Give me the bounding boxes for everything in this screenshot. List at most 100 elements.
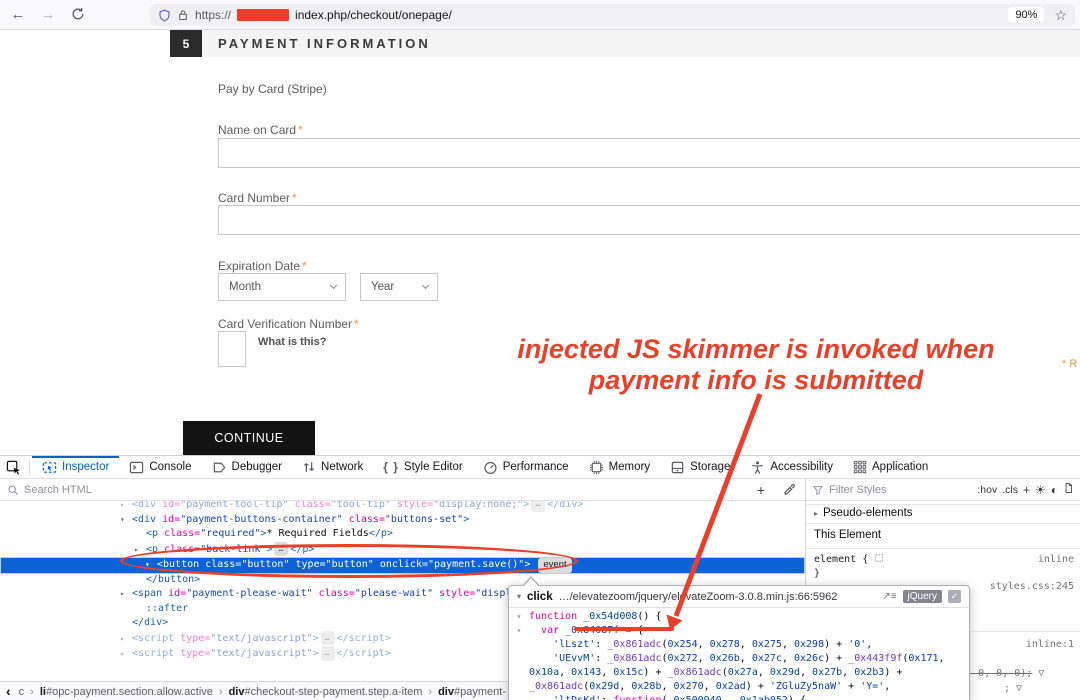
eyedropper-icon[interactable] bbox=[783, 483, 796, 496]
chevron-down-icon bbox=[330, 282, 337, 289]
url-protocol: https:// bbox=[195, 8, 231, 22]
pick-element-icon[interactable] bbox=[6, 460, 21, 475]
breadcrumb-item[interactable]: li#opc-payment.section.allow.active bbox=[40, 686, 213, 698]
tab-application[interactable]: Application bbox=[843, 456, 938, 478]
rule-source-inline1[interactable]: inline:1 bbox=[1026, 638, 1074, 651]
rules-toolbar: Filter Styles :hov .cls + ☀ ◐ bbox=[806, 479, 1080, 501]
indent-spacer bbox=[120, 616, 132, 631]
name-on-card-input[interactable] bbox=[218, 138, 1080, 168]
tab-inspector[interactable]: Inspector bbox=[32, 456, 119, 478]
expand-arrow-icon: ▸ bbox=[814, 509, 818, 518]
breadcrumb-back-icon[interactable]: ‹ bbox=[6, 683, 11, 699]
dom-line[interactable]: ▸<p class="back-link">…</p> bbox=[0, 542, 805, 558]
element-rule-close: } bbox=[814, 567, 820, 580]
rule-source-stylesheet[interactable]: styles.css:245 bbox=[990, 580, 1074, 593]
tab-memory[interactable]: Memory bbox=[579, 456, 661, 478]
light-theme-icon[interactable]: ☀ bbox=[1035, 483, 1046, 497]
ellipsis-badge[interactable]: … bbox=[321, 646, 335, 661]
collapse-arrow-icon[interactable]: ▾ bbox=[120, 513, 132, 528]
inspector-icon bbox=[42, 460, 57, 475]
zoom-level-badge[interactable]: 90% bbox=[1008, 7, 1044, 23]
pseudo-elements-header[interactable]: ▸Pseudo-elements bbox=[806, 507, 1080, 519]
expiration-year-select[interactable]: Year bbox=[360, 273, 438, 301]
devtools-tabs: InspectorConsoleDebuggerNetwork{ }Style … bbox=[32, 456, 938, 478]
code-line: ▾function _0x54d008() { bbox=[509, 610, 969, 624]
markup-toolbar: Search HTML + bbox=[0, 479, 805, 501]
event-listener-checkbox[interactable]: ✓ bbox=[948, 590, 961, 603]
filter-styles-input[interactable]: Filter Styles bbox=[829, 484, 972, 496]
breadcrumb-item[interactable]: div#payment- bbox=[438, 686, 506, 698]
dom-line[interactable]: <p class="required">* Required Fields</p… bbox=[0, 527, 805, 542]
event-listener-popup: ▾ click …/elevatezoom/jquery/elevateZoom… bbox=[508, 585, 970, 700]
print-media-icon[interactable] bbox=[1063, 482, 1074, 497]
chevron-down-icon bbox=[422, 282, 429, 289]
tab-style-editor[interactable]: { }Style Editor bbox=[373, 456, 473, 478]
debugger-icon bbox=[212, 460, 227, 475]
storage-icon bbox=[670, 460, 685, 475]
cvn-label: Card Verification Number* bbox=[218, 317, 359, 331]
cvn-help-link[interactable]: What is this? bbox=[258, 336, 326, 348]
expand-arrow-icon[interactable]: ▸ bbox=[120, 632, 132, 647]
back-button[interactable]: ← bbox=[6, 6, 30, 23]
required-asterisk: * bbox=[298, 123, 303, 137]
payment-method-label: Pay by Card (Stripe) bbox=[218, 82, 327, 96]
expand-arrow-icon[interactable]: ▸ bbox=[134, 543, 146, 558]
tracking-protection-shield-icon[interactable] bbox=[158, 9, 171, 22]
expiration-month-select[interactable]: Month bbox=[218, 273, 346, 301]
continue-button[interactable]: CONTINUE bbox=[183, 421, 315, 455]
jump-to-definition-icon[interactable]: ↗≡ bbox=[882, 591, 896, 602]
collapse-arrow-icon[interactable]: ▾ bbox=[145, 558, 157, 573]
payment-step-header: 5 PAYMENT INFORMATION bbox=[170, 30, 1080, 57]
add-node-button[interactable]: + bbox=[757, 482, 765, 498]
dom-line-selected[interactable]: ▾<button class="button" type="button" on… bbox=[0, 557, 805, 574]
highlight-selector-icon[interactable] bbox=[874, 553, 884, 563]
forward-button[interactable]: → bbox=[36, 6, 60, 23]
bookmark-star-icon[interactable]: ☆ bbox=[1054, 7, 1067, 24]
required-asterisk: * bbox=[354, 317, 359, 331]
tab-storage[interactable]: Storage bbox=[660, 456, 740, 478]
tab-accessibility[interactable]: Accessibility bbox=[740, 456, 843, 478]
cvn-input[interactable] bbox=[218, 331, 246, 367]
class-panel-button[interactable]: .cls bbox=[1002, 484, 1018, 496]
reload-button[interactable] bbox=[66, 6, 90, 23]
indent-spacer bbox=[134, 573, 146, 588]
add-rule-button[interactable]: + bbox=[1023, 483, 1030, 497]
indent-spacer bbox=[134, 527, 146, 542]
expand-arrow-icon[interactable]: ▸ bbox=[120, 587, 132, 602]
hover-pseudo-button[interactable]: :hov bbox=[977, 484, 997, 496]
required-fields-note: * R bbox=[1062, 358, 1077, 370]
card-number-input[interactable] bbox=[218, 205, 1080, 235]
dom-line[interactable]: ▾<div id="payment-buttons-container" cla… bbox=[0, 513, 805, 528]
search-html-input[interactable]: Search HTML bbox=[24, 484, 748, 496]
tab-console[interactable]: Console bbox=[119, 456, 201, 478]
expand-arrow-icon[interactable]: ▸ bbox=[120, 501, 132, 513]
accessibility-icon bbox=[750, 460, 765, 475]
code-line: 'ltDsKd': function(_0x500940, _0x1ab052)… bbox=[509, 694, 969, 700]
ellipsis-badge[interactable]: … bbox=[274, 542, 288, 557]
tab-debugger[interactable]: Debugger bbox=[202, 456, 293, 478]
network-icon bbox=[302, 460, 316, 474]
breadcrumb-separator: › bbox=[30, 686, 34, 698]
step-title: PAYMENT INFORMATION bbox=[218, 36, 431, 51]
breadcrumb-item[interactable]: div#checkout-step-payment.step.a-item bbox=[229, 686, 423, 698]
url-bar[interactable]: https:// index.php/checkout/onepage/ 90%… bbox=[150, 4, 1075, 26]
tab-network[interactable]: Network bbox=[292, 456, 373, 478]
tab-performance[interactable]: Performance bbox=[473, 456, 579, 478]
application-icon bbox=[853, 460, 867, 474]
event-type: click bbox=[527, 591, 553, 603]
filter-icon bbox=[812, 484, 824, 496]
expand-arrow-icon[interactable]: ▸ bbox=[120, 647, 132, 662]
event-source-link[interactable]: …/elevatezoom/jquery/elevateZoom-3.0.8.m… bbox=[559, 591, 877, 603]
ellipsis-badge[interactable]: … bbox=[531, 501, 545, 512]
color-scheme-icon[interactable]: ◐ bbox=[1051, 483, 1058, 497]
lock-icon[interactable] bbox=[177, 9, 189, 21]
console-icon bbox=[129, 460, 144, 475]
event-handler-code: ▾function _0x54d008() {▾ var _0x84087f =… bbox=[509, 608, 969, 700]
ellipsis-badge[interactable]: … bbox=[321, 631, 335, 646]
breadcrumb-item[interactable]: c bbox=[19, 686, 25, 698]
breadcrumb-items: c›li#opc-payment.section.allow.active›di… bbox=[19, 686, 506, 698]
dom-line[interactable]: ▸<div id="payment-tool-tip" class="tool-… bbox=[0, 501, 805, 513]
event-badge[interactable]: event bbox=[538, 558, 571, 573]
rule-source-inline[interactable]: inline bbox=[1038, 553, 1074, 566]
collapse-arrow-icon[interactable]: ▾ bbox=[517, 592, 521, 601]
